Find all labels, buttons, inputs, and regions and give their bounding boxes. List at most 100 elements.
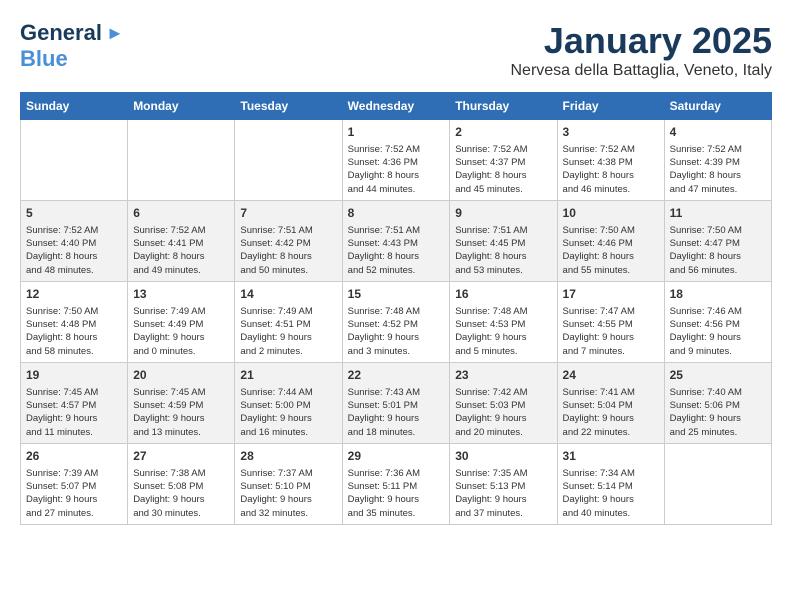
logo-general: General: [20, 20, 102, 46]
calendar-table: SundayMondayTuesdayWednesdayThursdayFrid…: [20, 92, 772, 525]
day-info: Sunrise: 7:36 AM Sunset: 5:11 PM Dayligh…: [348, 467, 445, 520]
day-info: Sunrise: 7:52 AM Sunset: 4:39 PM Dayligh…: [670, 143, 766, 196]
logo-blue-text: Blue: [20, 46, 68, 72]
day-info: Sunrise: 7:48 AM Sunset: 4:52 PM Dayligh…: [348, 305, 445, 358]
calendar-cell: 4 Sunrise: 7:52 AM Sunset: 4:39 PM Daylig…: [664, 120, 771, 201]
day-info: Sunrise: 7:39 AM Sunset: 5:07 PM Dayligh…: [26, 467, 122, 520]
day-number: 23: [455, 367, 551, 384]
day-info: Sunrise: 7:50 AM Sunset: 4:46 PM Dayligh…: [563, 224, 659, 277]
day-info: Sunrise: 7:49 AM Sunset: 4:51 PM Dayligh…: [240, 305, 336, 358]
calendar-cell: 31Sunrise: 7:34 AM Sunset: 5:14 PM Dayli…: [557, 443, 664, 524]
day-number: 5: [26, 205, 122, 222]
day-number: 12: [26, 286, 122, 303]
calendar-cell: 20 Sunrise: 7:45 AM Sunset: 4:59 PM Dayli…: [128, 362, 235, 443]
day-info: Sunrise: 7:50 AM Sunset: 4:47 PM Dayligh…: [670, 224, 766, 277]
day-number: 27: [133, 448, 229, 465]
day-info: Sunrise: 7:51 AM Sunset: 4:42 PM Dayligh…: [240, 224, 336, 277]
day-info: Sunrise: 7:37 AM Sunset: 5:10 PM Dayligh…: [240, 467, 336, 520]
weekday-header-friday: Friday: [557, 93, 664, 120]
calendar-week-2: 5Sunrise: 7:52 AM Sunset: 4:40 PM Daylig…: [21, 200, 772, 281]
day-info: Sunrise: 7:52 AM Sunset: 4:38 PM Dayligh…: [563, 143, 659, 196]
day-number: 9: [455, 205, 551, 222]
day-number: 8: [348, 205, 445, 222]
day-number: 18: [670, 286, 766, 303]
day-number: 22: [348, 367, 445, 384]
page-header: General ► Blue January 2025 Nervesa dell…: [20, 20, 772, 80]
calendar-cell: [235, 120, 342, 201]
calendar-cell: 24Sunrise: 7:41 AM Sunset: 5:04 PM Dayli…: [557, 362, 664, 443]
day-number: 6: [133, 205, 229, 222]
day-info: Sunrise: 7:41 AM Sunset: 5:04 PM Dayligh…: [563, 386, 659, 439]
day-number: 26: [26, 448, 122, 465]
day-number: 25: [670, 367, 766, 384]
calendar-cell: 5Sunrise: 7:52 AM Sunset: 4:40 PM Daylig…: [21, 200, 128, 281]
day-number: 16: [455, 286, 551, 303]
day-number: 28: [240, 448, 336, 465]
day-number: 10: [563, 205, 659, 222]
day-info: Sunrise: 7:48 AM Sunset: 4:53 PM Dayligh…: [455, 305, 551, 358]
day-info: Sunrise: 7:52 AM Sunset: 4:37 PM Dayligh…: [455, 143, 551, 196]
day-info: Sunrise: 7:45 AM Sunset: 4:59 PM Dayligh…: [133, 386, 229, 439]
day-number: 31: [563, 448, 659, 465]
day-info: Sunrise: 7:52 AM Sunset: 4:41 PM Dayligh…: [133, 224, 229, 277]
day-number: 2: [455, 124, 551, 141]
day-number: 15: [348, 286, 445, 303]
day-number: 17: [563, 286, 659, 303]
calendar-cell: [128, 120, 235, 201]
day-info: Sunrise: 7:50 AM Sunset: 4:48 PM Dayligh…: [26, 305, 122, 358]
day-number: 1: [348, 124, 445, 141]
calendar-cell: 9 Sunrise: 7:51 AM Sunset: 4:45 PM Daylig…: [450, 200, 557, 281]
day-info: Sunrise: 7:42 AM Sunset: 5:03 PM Dayligh…: [455, 386, 551, 439]
weekday-header-row: SundayMondayTuesdayWednesdayThursdayFrid…: [21, 93, 772, 120]
day-number: 21: [240, 367, 336, 384]
day-number: 4: [670, 124, 766, 141]
day-info: Sunrise: 7:49 AM Sunset: 4:49 PM Dayligh…: [133, 305, 229, 358]
calendar-cell: 23 Sunrise: 7:42 AM Sunset: 5:03 PM Dayli…: [450, 362, 557, 443]
day-info: Sunrise: 7:40 AM Sunset: 5:06 PM Dayligh…: [670, 386, 766, 439]
calendar-cell: 22 Sunrise: 7:43 AM Sunset: 5:01 PM Dayli…: [342, 362, 450, 443]
calendar-cell: [21, 120, 128, 201]
day-info: Sunrise: 7:45 AM Sunset: 4:57 PM Dayligh…: [26, 386, 122, 439]
day-info: Sunrise: 7:44 AM Sunset: 5:00 PM Dayligh…: [240, 386, 336, 439]
calendar-cell: 25 Sunrise: 7:40 AM Sunset: 5:06 PM Dayli…: [664, 362, 771, 443]
weekday-header-wednesday: Wednesday: [342, 93, 450, 120]
calendar-week-3: 12 Sunrise: 7:50 AM Sunset: 4:48 PM Dayli…: [21, 281, 772, 362]
day-info: Sunrise: 7:51 AM Sunset: 4:45 PM Dayligh…: [455, 224, 551, 277]
calendar-cell: 29 Sunrise: 7:36 AM Sunset: 5:11 PM Dayli…: [342, 443, 450, 524]
weekday-header-thursday: Thursday: [450, 93, 557, 120]
calendar-cell: 28 Sunrise: 7:37 AM Sunset: 5:10 PM Dayli…: [235, 443, 342, 524]
day-number: 19: [26, 367, 122, 384]
day-number: 14: [240, 286, 336, 303]
month-title: January 2025: [511, 20, 773, 62]
day-number: 20: [133, 367, 229, 384]
day-info: Sunrise: 7:47 AM Sunset: 4:55 PM Dayligh…: [563, 305, 659, 358]
calendar-cell: 21 Sunrise: 7:44 AM Sunset: 5:00 PM Dayli…: [235, 362, 342, 443]
calendar-cell: 13Sunrise: 7:49 AM Sunset: 4:49 PM Dayli…: [128, 281, 235, 362]
day-number: 29: [348, 448, 445, 465]
calendar-week-4: 19 Sunrise: 7:45 AM Sunset: 4:57 PM Dayli…: [21, 362, 772, 443]
day-info: Sunrise: 7:43 AM Sunset: 5:01 PM Dayligh…: [348, 386, 445, 439]
calendar-week-5: 26 Sunrise: 7:39 AM Sunset: 5:07 PM Dayli…: [21, 443, 772, 524]
weekday-header-sunday: Sunday: [21, 93, 128, 120]
logo-bird-icon: ►: [106, 23, 124, 44]
calendar-cell: 10 Sunrise: 7:50 AM Sunset: 4:46 PM Dayli…: [557, 200, 664, 281]
day-info: Sunrise: 7:51 AM Sunset: 4:43 PM Dayligh…: [348, 224, 445, 277]
calendar-cell: 26 Sunrise: 7:39 AM Sunset: 5:07 PM Dayli…: [21, 443, 128, 524]
location-subtitle: Nervesa della Battaglia, Veneto, Italy: [511, 62, 773, 80]
calendar-cell: 3Sunrise: 7:52 AM Sunset: 4:38 PM Daylig…: [557, 120, 664, 201]
day-info: Sunrise: 7:52 AM Sunset: 4:36 PM Dayligh…: [348, 143, 445, 196]
calendar-cell: 27 Sunrise: 7:38 AM Sunset: 5:08 PM Dayli…: [128, 443, 235, 524]
day-info: Sunrise: 7:35 AM Sunset: 5:13 PM Dayligh…: [455, 467, 551, 520]
calendar-cell: 16 Sunrise: 7:48 AM Sunset: 4:53 PM Dayli…: [450, 281, 557, 362]
calendar-cell: [664, 443, 771, 524]
weekday-header-tuesday: Tuesday: [235, 93, 342, 120]
title-section: January 2025 Nervesa della Battaglia, Ve…: [511, 20, 773, 80]
day-info: Sunrise: 7:38 AM Sunset: 5:08 PM Dayligh…: [133, 467, 229, 520]
calendar-cell: 14 Sunrise: 7:49 AM Sunset: 4:51 PM Dayli…: [235, 281, 342, 362]
calendar-cell: 19 Sunrise: 7:45 AM Sunset: 4:57 PM Dayli…: [21, 362, 128, 443]
calendar-cell: 6 Sunrise: 7:52 AM Sunset: 4:41 PM Daylig…: [128, 200, 235, 281]
calendar-cell: 1 Sunrise: 7:52 AM Sunset: 4:36 PM Daylig…: [342, 120, 450, 201]
day-number: 30: [455, 448, 551, 465]
calendar-week-1: 1 Sunrise: 7:52 AM Sunset: 4:36 PM Daylig…: [21, 120, 772, 201]
calendar-cell: 18Sunrise: 7:46 AM Sunset: 4:56 PM Dayli…: [664, 281, 771, 362]
